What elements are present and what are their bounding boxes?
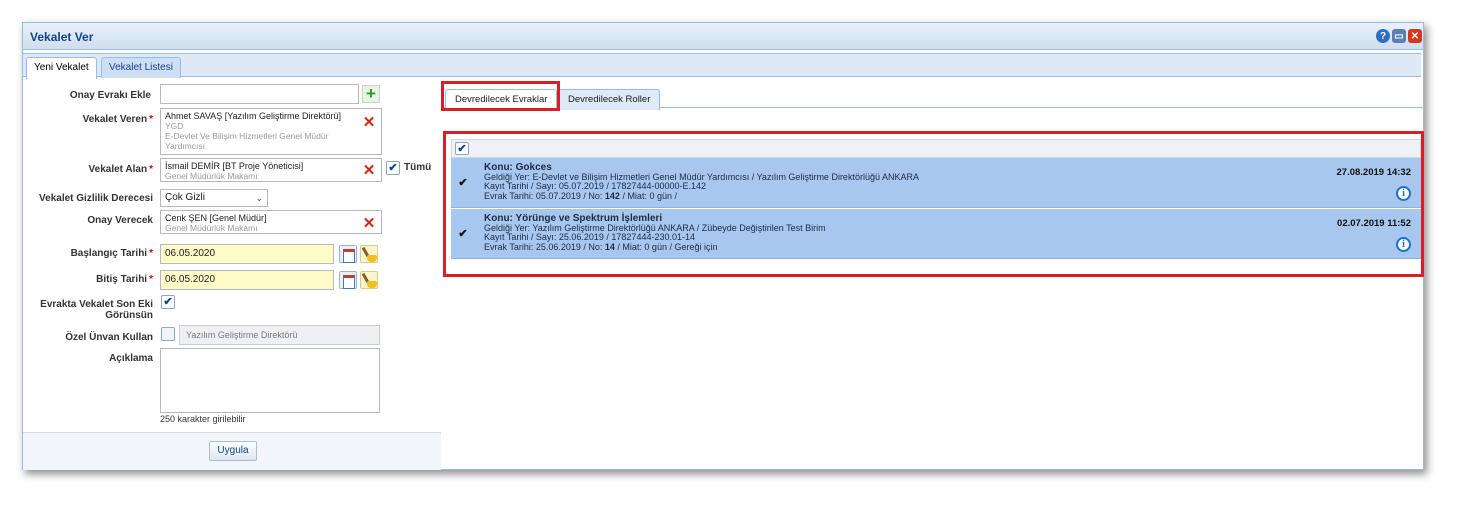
aciklama-hint: 250 karakter girilebilir: [160, 414, 246, 424]
vekalet-veren-line3: E-Devlet Ve Bilişim Hizmetleri Genel Müd…: [165, 131, 329, 141]
window-title: Vekalet Ver: [30, 30, 94, 44]
calendar-icon[interactable]: [339, 245, 357, 263]
vekalet-veren-label: Vekalet Veren *: [82, 114, 153, 125]
vekalet-alan-field[interactable]: İsmail DEMİR [BT Proje Yöneticisi] Genel…: [160, 158, 382, 182]
apply-button[interactable]: Uygula: [209, 441, 257, 461]
vekalet-veren-name: Ahmet SAVAŞ [Yazılım Geliştirme Direktör…: [165, 111, 342, 121]
onay-evraki-label: Onay Evrakı Ekle: [69, 90, 151, 101]
baslangic-date-input[interactable]: 06.05.2020: [160, 244, 334, 264]
broom-icon[interactable]: [360, 271, 378, 289]
required-marker: *: [149, 164, 153, 175]
tumu-checkbox[interactable]: ✔: [386, 161, 400, 175]
remove-icon[interactable]: ✕: [362, 163, 376, 178]
main-tab-strip: Yeni Vekalet Vekalet Listesi: [23, 53, 1421, 79]
ozel-unvan-input[interactable]: Yazılım Geliştirme Direktörü: [179, 325, 380, 345]
onay-evraki-field[interactable]: [160, 84, 359, 104]
window-titlebar: Vekalet Ver ? ▭ ✕: [23, 23, 1423, 50]
son-ek-checkbox[interactable]: ✔: [161, 295, 175, 309]
broom-icon[interactable]: [360, 245, 378, 263]
close-icon[interactable]: ✕: [1408, 29, 1422, 43]
aciklama-textarea[interactable]: [160, 348, 380, 413]
onay-verecek-field[interactable]: Cenk ŞEN [Genel Müdür] Genel Müdürlük Ma…: [160, 210, 382, 234]
son-ek-label: Evrakta Vekalet Son Eki Görünsün: [40, 299, 153, 321]
chevron-down-icon: ⌄: [255, 193, 263, 203]
calendar-icon[interactable]: [339, 271, 357, 289]
gizlilik-value: Çok Gizli: [165, 192, 206, 203]
tab-yeni-vekalet[interactable]: Yeni Vekalet: [26, 57, 97, 79]
highlight-frame-tab: [441, 81, 560, 111]
help-icon[interactable]: ?: [1376, 29, 1390, 43]
bitis-label: Bitiş Tarihi *: [96, 274, 153, 285]
baslangic-label: Başlangıç Tarihi *: [70, 248, 153, 259]
add-icon[interactable]: +: [362, 85, 380, 103]
remove-icon[interactable]: ✕: [362, 115, 376, 130]
gizlilik-select[interactable]: Çok Gizli ⌄: [160, 189, 268, 207]
onay-verecek-name: Cenk ŞEN [Genel Müdür]: [165, 213, 267, 223]
apply-bar: Uygula: [23, 432, 441, 470]
required-marker: *: [149, 274, 153, 285]
ozel-unvan-checkbox[interactable]: [161, 327, 175, 341]
devir-panel: Devredilecek Evraklar Devredilecek Rolle…: [441, 80, 1425, 470]
gizlilik-label: Vekalet Gizlilik Derecesi: [39, 193, 153, 204]
screen-icon[interactable]: ▭: [1392, 29, 1406, 43]
vekalet-ver-window: Vekalet Ver ? ▭ ✕ Yeni Vekalet Vekalet L…: [22, 22, 1425, 470]
onay-verecek-label: Onay Verecek: [87, 215, 153, 226]
required-marker: *: [149, 114, 153, 125]
required-marker: *: [149, 248, 153, 259]
vekalet-alan-label: Vekalet Alan *: [88, 164, 153, 175]
tumu-label: Tümü: [404, 162, 432, 173]
bitis-date-input[interactable]: 06.05.2020: [160, 270, 334, 290]
vekalet-alan-unit: Genel Müdürlük Makamı: [165, 171, 258, 181]
vekalet-alan-name: İsmail DEMİR [BT Proje Yöneticisi]: [165, 161, 304, 171]
vekalet-veren-line2: YGD: [165, 121, 184, 131]
highlight-frame-grid: [443, 131, 1424, 277]
tab-devredilecek-roller[interactable]: Devredilecek Roller: [558, 89, 661, 110]
tab-vekalet-listesi[interactable]: Vekalet Listesi: [101, 57, 181, 78]
remove-icon[interactable]: ✕: [362, 216, 376, 231]
ozel-unvan-label: Özel Ünvan Kullan: [65, 332, 153, 343]
vekalet-veren-field[interactable]: Ahmet SAVAŞ [Yazılım Geliştirme Direktör…: [160, 108, 382, 155]
vekalet-veren-line4: Yardımcısı: [165, 141, 205, 151]
sub-tab-strip: Devredilecek Evraklar Devredilecek Rolle…: [441, 80, 1425, 110]
aciklama-label: Açıklama: [109, 353, 153, 364]
onay-verecek-unit: Genel Müdürlük Makamı: [165, 223, 258, 233]
